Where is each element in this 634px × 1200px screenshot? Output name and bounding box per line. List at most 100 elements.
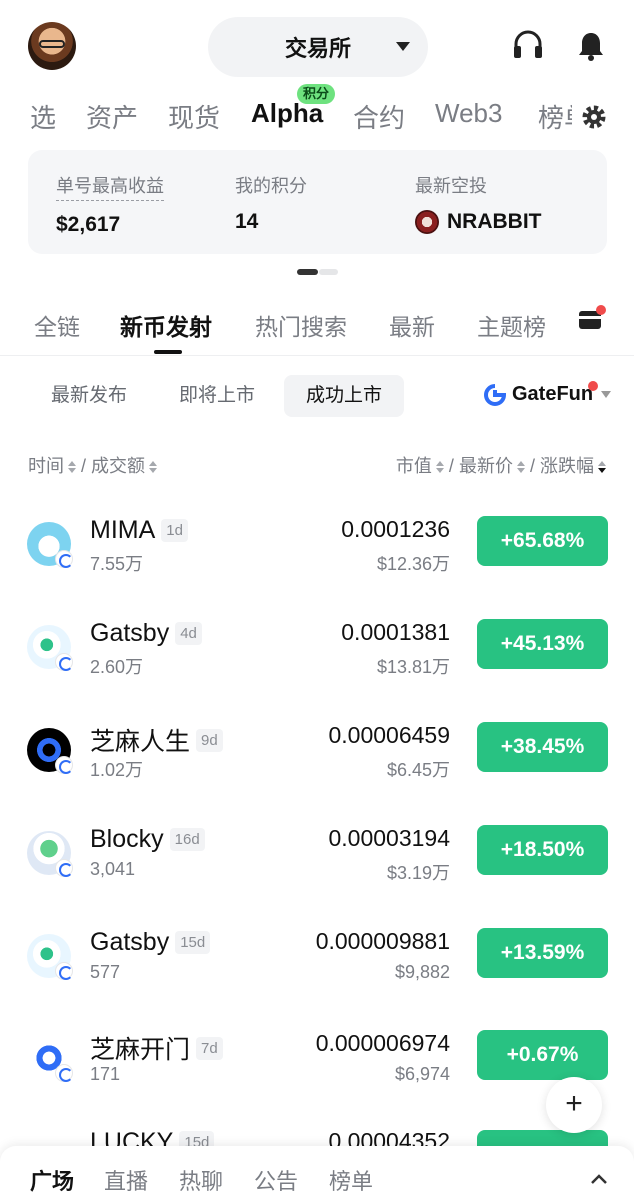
filter-upcoming[interactable]: 即将上市 (157, 375, 277, 417)
points-label: 我的积分 (235, 176, 307, 196)
user-avatar[interactable] (28, 22, 76, 70)
token-row[interactable]: Gatsby 4d 2.60万 0.0001381 $13.81万 +45.13% (0, 603, 634, 706)
bell-icon[interactable] (577, 30, 605, 62)
col-sep: / (81, 456, 87, 476)
points-badge: 积分 (297, 84, 336, 104)
token-symbol: 芝麻开门 (90, 1036, 191, 1064)
tab-leaderboard[interactable]: 榜单 (329, 1164, 373, 1196)
tab-announcements[interactable]: 公告 (254, 1164, 298, 1196)
platform-label: GateFun (512, 383, 594, 405)
token-name: Gatsby 4d (90, 619, 202, 648)
token-volume: 577 (90, 962, 121, 982)
token-row[interactable]: MIMA 1d 7.55万 0.0001236 $12.36万 +65.68% (0, 500, 634, 603)
token-mcap: $12.36万 (376, 554, 450, 574)
token-volume: 3,041 (90, 859, 136, 879)
token-price: 0.000006974 (315, 1030, 450, 1056)
tab-watchlist[interactable]: 选 (30, 98, 56, 135)
change-badge: +65.68% (477, 516, 608, 566)
age-badge: 4d (175, 622, 202, 645)
table-header: 时间 / 成交额 市值 / 最新价 / 涨跌幅 (0, 452, 634, 482)
sort-icon (149, 461, 158, 474)
change-badge: +0.67% (477, 1030, 608, 1080)
col-sep: / (448, 456, 454, 476)
token-row[interactable]: 芝麻开门 7d 171 0.000006974 $6,974 +0.67% (0, 1014, 634, 1117)
tab-assets[interactable]: 资产 (86, 98, 138, 135)
tab-live[interactable]: 直播 (104, 1164, 148, 1196)
col-price: 最新价 (458, 456, 513, 476)
app-header: 交易所 (0, 0, 634, 92)
sort-mcap-price-change[interactable]: 市值 / 最新价 / 涨跌幅 (396, 452, 606, 478)
caret-down-icon (601, 391, 612, 398)
token-volume: 2.60万 (90, 657, 144, 677)
col-time: 时间 (28, 456, 64, 476)
notification-dot (596, 305, 606, 315)
token-symbol: Gatsby (90, 619, 170, 647)
token-mcap: $6.45万 (386, 760, 450, 780)
token-mcap: $9,882 (394, 962, 450, 982)
col-mcap: 市值 (395, 456, 432, 476)
sort-time-volume[interactable]: 时间 / 成交额 (28, 452, 158, 478)
exchange-switcher[interactable]: 交易所 (208, 17, 428, 77)
tab-spot[interactable]: 现货 (168, 98, 220, 135)
tab-square[interactable]: 广场 (30, 1164, 74, 1196)
age-badge: 15d (179, 1131, 215, 1146)
sort-icon (516, 461, 525, 474)
nrabbit-logo-icon (415, 210, 439, 234)
tab-hot-search[interactable]: 热门搜索 (255, 308, 347, 342)
gatefun-logo-icon (484, 383, 506, 406)
chain-badge-icon (55, 653, 73, 671)
tab-new-launch[interactable]: 新币发射 (120, 308, 212, 342)
token-mcap: $13.81万 (376, 657, 450, 677)
platform-dot (588, 381, 598, 391)
token-symbol: MIMA (90, 516, 156, 544)
token-name: MIMA 1d (90, 516, 188, 545)
tab-hot-chat[interactable]: 热聊 (179, 1164, 223, 1196)
tab-all-chains[interactable]: 全链 (34, 308, 80, 342)
token-price: 0.0001381 (341, 619, 450, 645)
tab-web3[interactable]: Web3 (435, 98, 502, 129)
age-badge: 16d (169, 828, 205, 851)
token-price: 0.00004352 (328, 1128, 450, 1146)
sort-icon (68, 461, 76, 474)
alpha-summary-card[interactable]: 单号最高收益 $2,617 我的积分 14 最新空投 NRABBIT (28, 150, 607, 254)
token-row[interactable]: Blocky 16d 3,041 0.00003194 $3.19万 +18.50… (0, 809, 634, 912)
airdrop-label: 最新空投 (415, 176, 487, 196)
chain-badge-icon (55, 550, 73, 568)
chain-badge-icon (55, 962, 73, 980)
change-badge: +13.59% (477, 928, 608, 978)
token-symbol: LUCKY (90, 1128, 174, 1146)
points-value: 14 (235, 210, 259, 233)
headset-icon[interactable] (512, 30, 544, 60)
token-volume: 7.55万 (90, 554, 144, 574)
age-badge: 1d (161, 519, 188, 542)
col-change: 涨跌幅 (540, 456, 594, 476)
age-badge: 7d (196, 1036, 223, 1060)
token-mcap: $3.19万 (386, 863, 450, 883)
token-name: Blocky 16d (90, 825, 205, 854)
token-symbol: 芝麻人生 (90, 728, 191, 756)
tab-themes[interactable]: 主题榜 (477, 308, 546, 342)
chevron-up-icon[interactable] (590, 1170, 608, 1188)
token-row[interactable]: LUCKY 15d 0.00004352 (0, 1116, 634, 1146)
token-name: 芝麻人生 9d (90, 722, 223, 758)
tab-futures[interactable]: 合约 (353, 98, 405, 135)
change-badge: +45.13% (477, 619, 608, 669)
points-stat: 我的积分 14 (235, 172, 307, 234)
col-sep: / (529, 456, 535, 476)
filter-new-release[interactable]: 最新发布 (29, 375, 149, 417)
pager-dot (319, 269, 338, 275)
gear-icon[interactable] (580, 103, 608, 131)
tab-rankings[interactable]: 榜单 (538, 98, 572, 135)
token-row[interactable]: Gatsby 15d 577 0.000009881 $9,882 +13.59% (0, 912, 634, 1015)
airdrop-stat[interactable]: 最新空投 NRABBIT (415, 172, 542, 234)
age-badge: 15d (175, 931, 211, 954)
token-price: 0.00003194 (328, 825, 450, 851)
token-name: LUCKY 15d (90, 1128, 215, 1146)
change-badge (477, 1130, 608, 1146)
exchange-label: 交易所 (284, 36, 351, 61)
filter-listed[interactable]: 成功上市 (284, 375, 405, 417)
token-row[interactable]: 芝麻人生 9d 1.02万 0.00006459 $6.45万 +38.45% (0, 706, 634, 809)
chain-badge-icon (55, 1064, 73, 1082)
add-button[interactable]: + (546, 1077, 602, 1133)
tab-latest[interactable]: 最新 (389, 308, 435, 342)
